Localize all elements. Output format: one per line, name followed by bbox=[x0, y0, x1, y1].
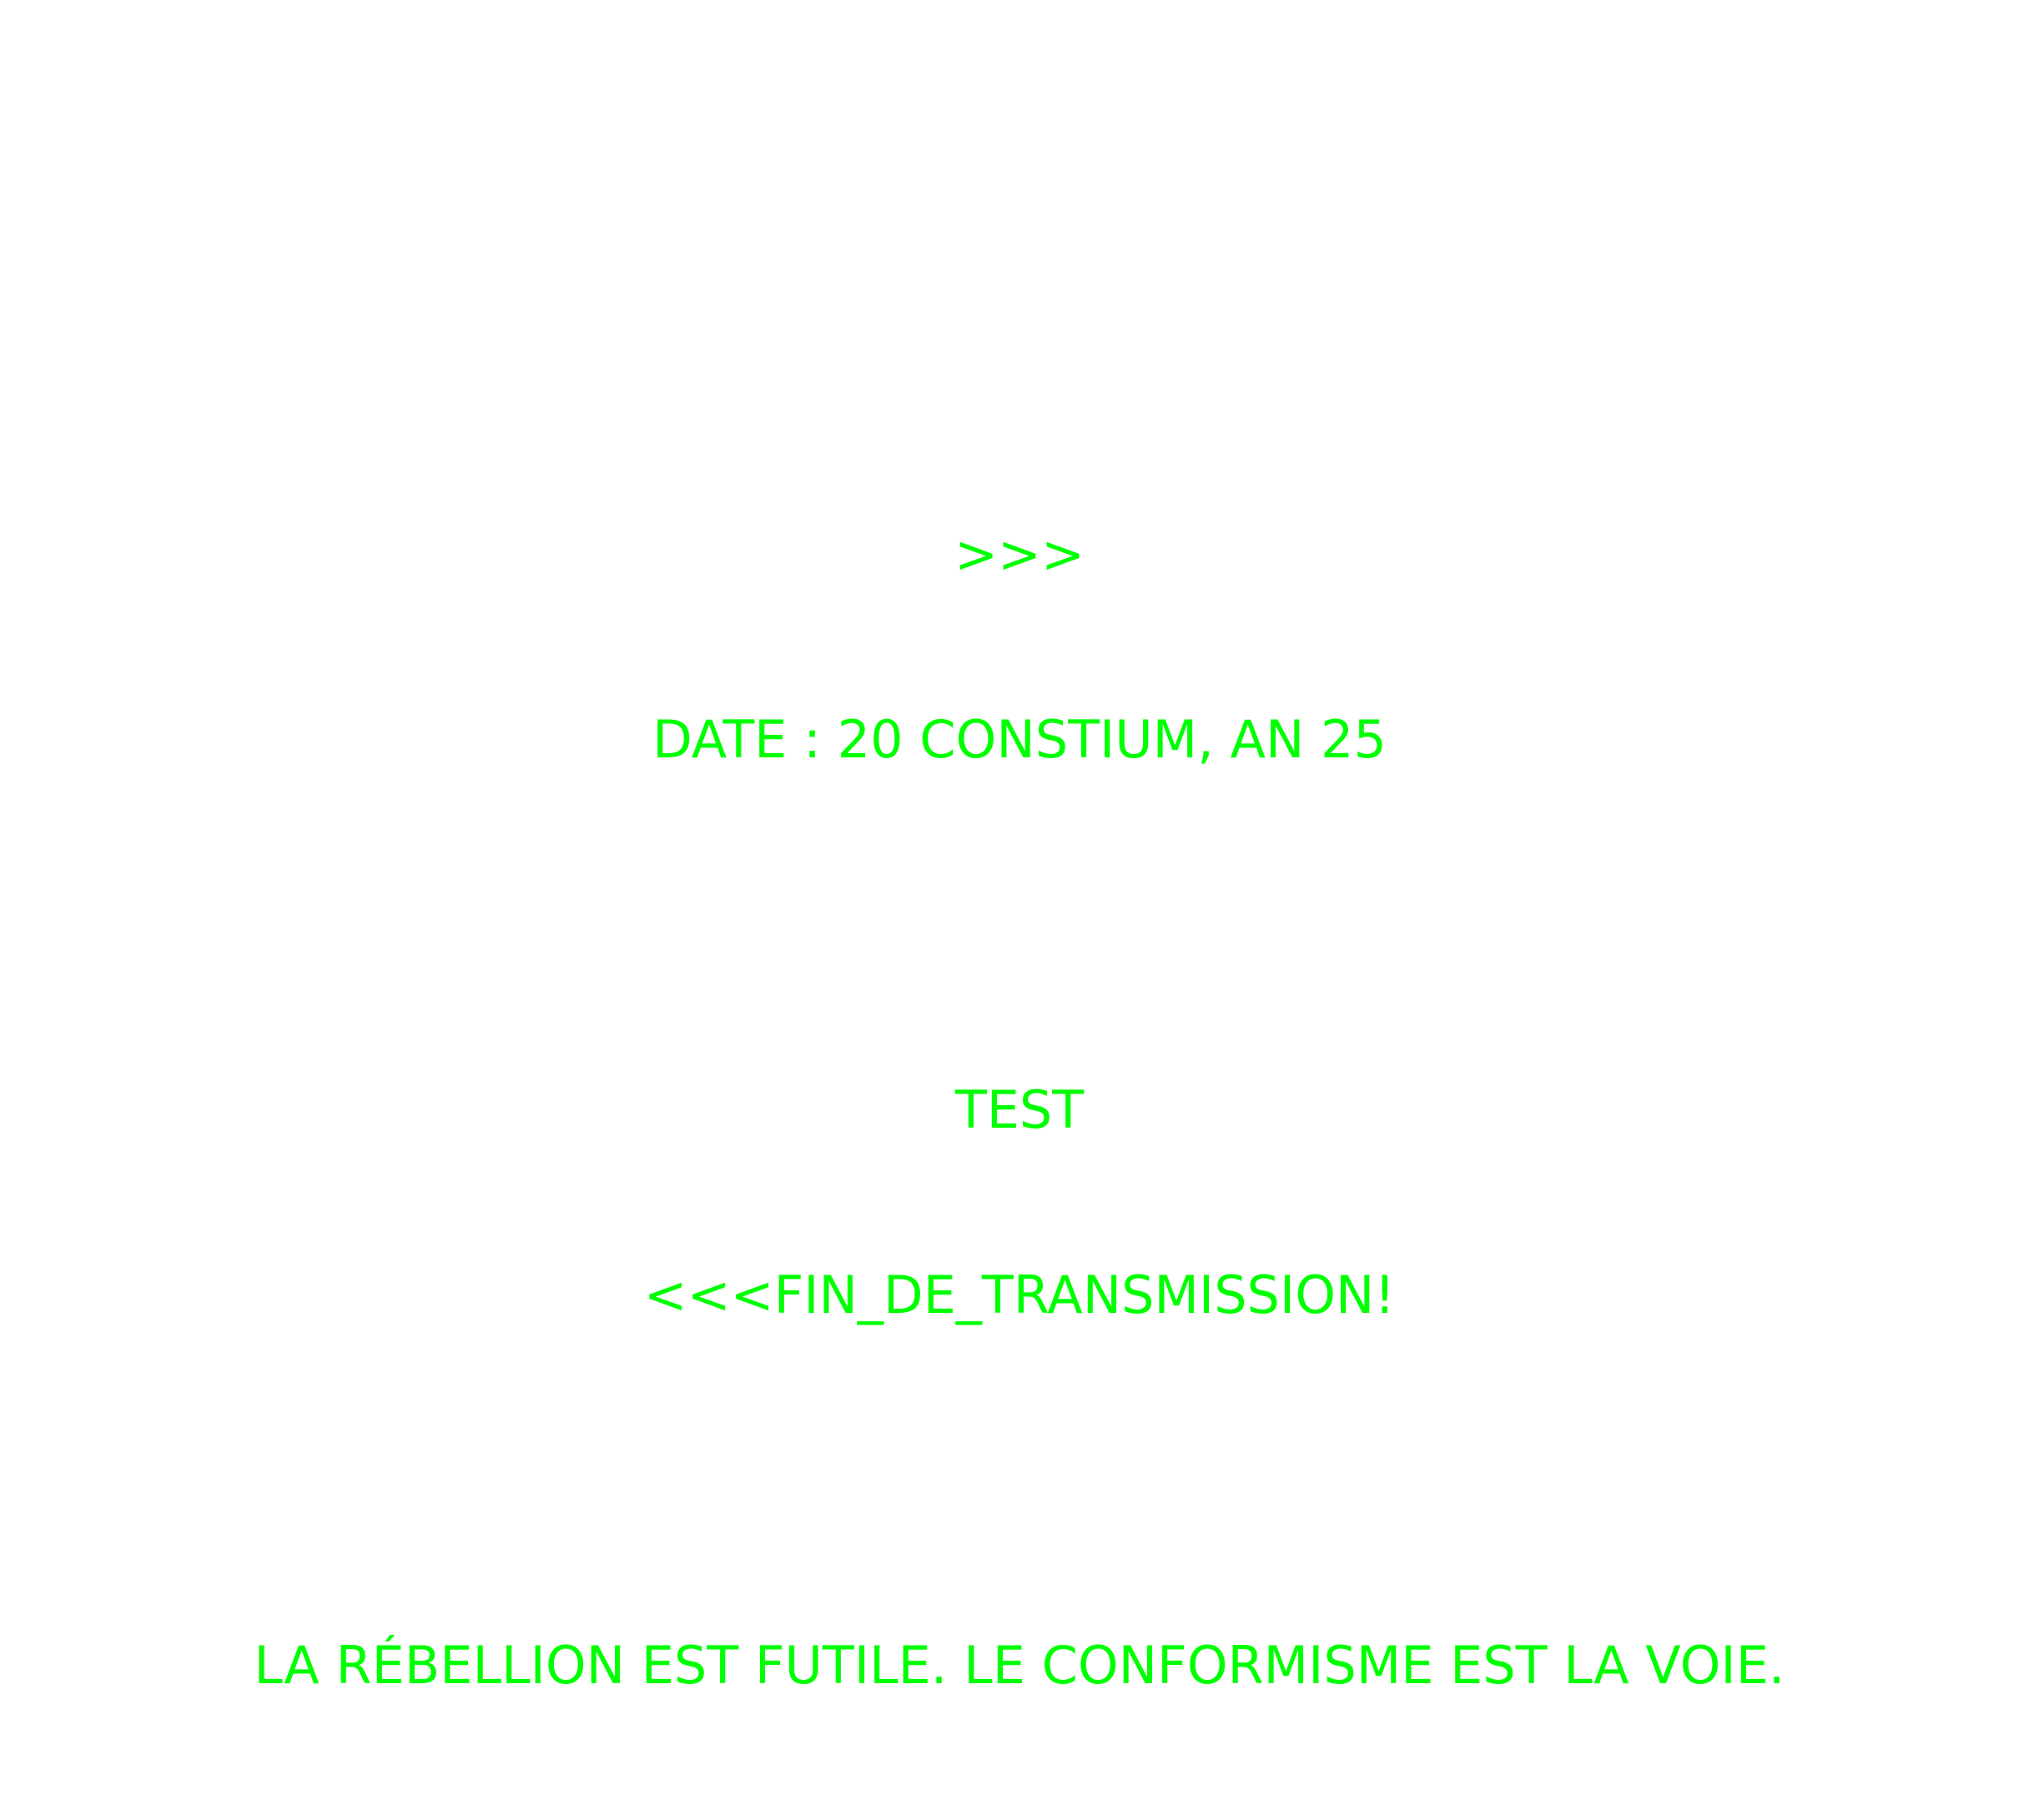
slogan-text: LA RÉBELLION EST FUTILE. LE CONFORMISME … bbox=[254, 1635, 1785, 1696]
date-line: DATE : 20 CONSTIUM, AN 25 bbox=[652, 709, 1387, 770]
message-text: TEST bbox=[954, 1079, 1085, 1140]
transmission-screen: >>> DATE : 20 CONSTIUM, AN 25 TEST <<<FI… bbox=[0, 0, 2039, 1696]
transmission-text-block: >>> DATE : 20 CONSTIUM, AN 25 TEST <<<FI… bbox=[0, 400, 2039, 1820]
start-marker: >>> bbox=[954, 524, 1085, 585]
end-marker: <<<FIN_DE_TRANSMISSION! bbox=[643, 1264, 1396, 1325]
